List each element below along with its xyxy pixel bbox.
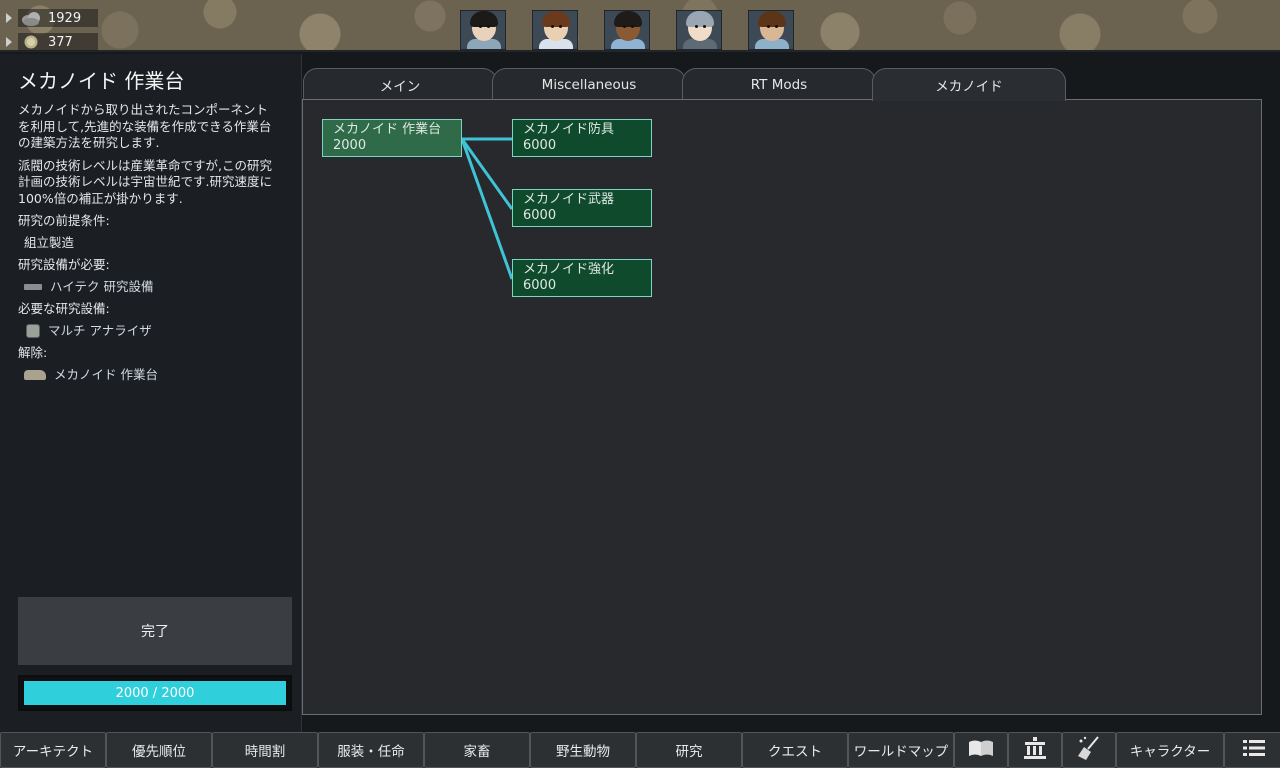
architect-button[interactable]: アーキテクト	[0, 732, 106, 768]
assign-button-label: 服装・任命	[337, 744, 405, 760]
research-node-cost: 2000	[333, 138, 367, 153]
tab-miscellaneous-label: Miscellaneous	[541, 76, 637, 93]
animals-button[interactable]: 家畜	[424, 732, 530, 768]
quests-button-label: クエスト	[768, 744, 822, 760]
unlocks-label: 解除:	[18, 345, 48, 360]
resource-value: 1929	[48, 10, 82, 26]
main-tab-bar: アーキテクト 優先順位 時間割 服装・任命 家畜 野生動物 研究 クエスト ワー…	[0, 732, 1280, 768]
research-node-cost: 6000	[523, 278, 557, 293]
research-node-cost: 6000	[523, 208, 557, 223]
assign-button[interactable]: 服装・任命	[318, 732, 424, 768]
research-node-name: メカノイド防具	[523, 122, 615, 137]
tab-main-label: メイン	[379, 78, 421, 95]
research-node-mech-armor[interactable]: メカノイド防具 6000	[512, 119, 652, 157]
tab-main[interactable]: メイン	[303, 68, 497, 100]
required-bench-item[interactable]: ハイテク 研究設備	[24, 279, 301, 295]
unlock-item[interactable]: メカノイド 作業台	[24, 367, 301, 383]
animals-button-label: 家畜	[463, 744, 491, 760]
required-facility-label: 必要な研究設備:	[18, 301, 110, 316]
research-node-mech-augment[interactable]: メカノイド強化 6000	[512, 259, 652, 297]
tab-mechanoid-label: メカノイド	[935, 79, 1003, 95]
resource-value: 377	[48, 34, 73, 50]
quests-button[interactable]: クエスト	[742, 732, 848, 768]
multi-analyzer-icon	[26, 324, 40, 338]
wildlife-button-label: 野生動物	[556, 744, 610, 760]
tab-mechanoid[interactable]: メカノイド	[872, 68, 1066, 101]
project-title: メカノイド 作業台	[18, 69, 185, 93]
cleaning-button[interactable]	[1062, 732, 1116, 768]
research-tree-area[interactable]: メカノイド 作業台 2000 メカノイド防具 6000 メカノイド武器 6000…	[302, 99, 1262, 715]
priorities-button-label: 優先順位	[132, 744, 186, 760]
factions-button[interactable]	[1008, 732, 1062, 768]
mech-workbench-icon	[24, 370, 46, 380]
faction-building-icon	[1023, 736, 1047, 764]
broom-icon	[1076, 735, 1102, 766]
world-map-button[interactable]: ワールドマップ	[848, 732, 954, 768]
history-button[interactable]	[954, 732, 1008, 768]
research-node-name: メカノイド 作業台	[333, 122, 442, 137]
required-bench-label: 研究設備が必要:	[18, 257, 110, 272]
book-icon	[967, 738, 995, 763]
map-strip: 1929 377	[0, 0, 1280, 52]
schedule-button-label: 時間割	[244, 744, 286, 760]
resource-readout-2[interactable]: 377	[6, 32, 102, 52]
required-facility-item[interactable]: マルチ アナライザ	[24, 323, 301, 339]
complete-status-label: 完了	[141, 624, 169, 640]
tech-level-note: 派閥の技術レベルは産業革命ですが,この研究計画の技術レベルは宇宙世紀です.研究速…	[18, 157, 272, 206]
research-node-name: メカノイド強化	[523, 262, 615, 277]
tab-rt-mods-label: RT Mods	[750, 76, 808, 93]
characters-button[interactable]: キャラクター	[1116, 732, 1224, 768]
colonist-portrait[interactable]	[460, 10, 506, 50]
unlock-item-label: メカノイド 作業台	[54, 367, 158, 382]
menu-icon	[1243, 739, 1265, 762]
schedule-button[interactable]: 時間割	[212, 732, 318, 768]
research-progress-fill: 2000 / 2000	[23, 680, 287, 706]
tree-links	[460, 137, 514, 280]
research-button[interactable]: 研究	[636, 732, 742, 768]
tab-rt-mods[interactable]: RT Mods	[682, 68, 876, 100]
cloud-icon	[20, 10, 42, 26]
prerequisites-label: 研究の前提条件:	[18, 213, 110, 228]
research-progress-bar: 2000 / 2000	[18, 675, 292, 711]
colonist-portrait[interactable]	[676, 10, 722, 50]
world-map-button-label: ワールドマップ	[853, 744, 949, 760]
menu-button[interactable]	[1224, 732, 1280, 768]
research-info-panel: メカノイド 作業台 メカノイドから取り出されたコンポーネントを利用して,先進的な…	[0, 54, 302, 732]
colonist-portrait[interactable]	[748, 10, 794, 50]
tree-link-line	[460, 138, 514, 280]
priorities-button[interactable]: 優先順位	[106, 732, 212, 768]
tab-miscellaneous[interactable]: Miscellaneous	[492, 68, 686, 100]
research-node-name: メカノイド武器	[523, 192, 615, 207]
characters-button-label: キャラクター	[1129, 744, 1211, 760]
research-bench-icon	[24, 284, 42, 290]
complete-status-box: 完了	[18, 597, 292, 665]
research-node-cost: 6000	[523, 138, 557, 153]
silver-coin-icon	[20, 34, 42, 50]
research-node-mech-workbench[interactable]: メカノイド 作業台 2000	[322, 119, 462, 157]
research-button-label: 研究	[675, 744, 703, 760]
prerequisite-item-label: 組立製造	[24, 235, 75, 250]
required-bench-item-label: ハイテク 研究設備	[50, 279, 154, 294]
required-facility-item-label: マルチ アナライザ	[48, 323, 152, 338]
resource-readout-1[interactable]: 1929	[6, 8, 102, 28]
research-node-mech-weapons[interactable]: メカノイド武器 6000	[512, 189, 652, 227]
research-progress-text: 2000 / 2000	[115, 685, 195, 701]
project-description: メカノイドから取り出されたコンポーネントを利用して,先進的な装備を作成できる作業…	[18, 102, 272, 150]
colonist-portrait[interactable]	[532, 10, 578, 50]
prerequisite-item[interactable]: 組立製造	[24, 235, 301, 251]
tree-link-line	[460, 138, 514, 210]
wildlife-button[interactable]: 野生動物	[530, 732, 636, 768]
expand-triangle-icon[interactable]	[6, 13, 12, 23]
colonist-portrait[interactable]	[604, 10, 650, 50]
architect-button-label: アーキテクト	[12, 744, 94, 760]
expand-triangle-icon[interactable]	[6, 37, 12, 47]
